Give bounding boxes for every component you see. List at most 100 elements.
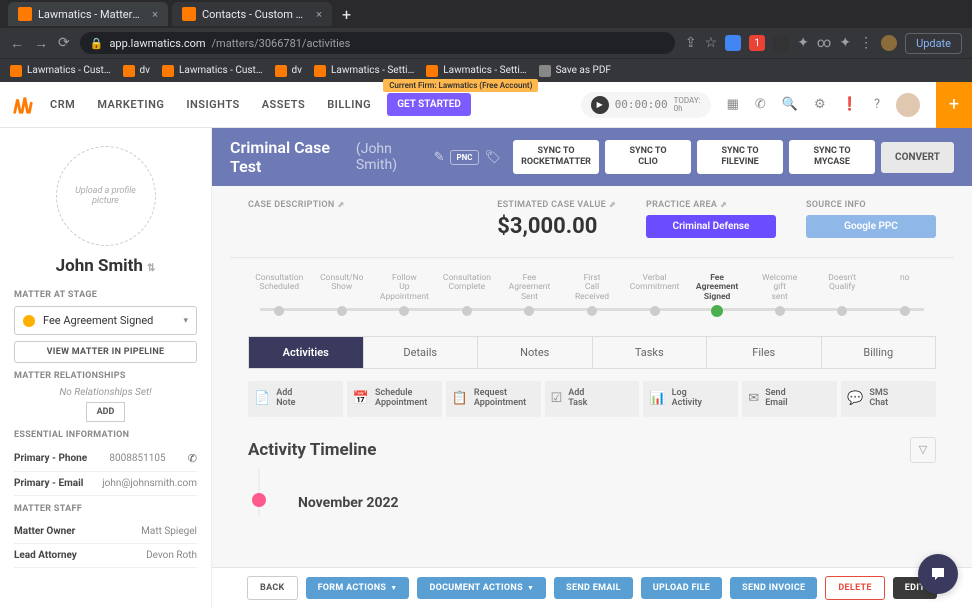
quick-action[interactable]: 📋RequestAppointment [446,381,541,417]
filter-icon[interactable]: ▽ [910,437,936,463]
stage-item[interactable]: VerbalCommitment [623,274,686,316]
quick-action[interactable]: 📄AddNote [248,381,343,417]
bookmark-item[interactable]: Save as PDF [539,65,611,77]
address-bar[interactable]: 🔒 app.lawmatics.com/matters/3066781/acti… [80,32,675,54]
quick-action[interactable]: ☑AddTask [545,381,640,417]
form-actions-button[interactable]: FORM ACTIONS▼ [306,577,410,599]
stage-item[interactable]: ConsultationScheduled [248,274,311,316]
extension-icon[interactable]: ∞ [817,35,831,51]
bookmark-item[interactable]: dv [123,65,150,77]
popout-icon[interactable]: ⬈ [338,200,345,209]
extension-icon[interactable] [773,35,789,51]
nav-item[interactable]: BILLING [327,98,371,111]
bookmark-item[interactable]: dv [275,65,302,77]
phone-icon[interactable]: ✆ [188,452,197,465]
extension-icon[interactable]: 1 [749,35,765,51]
sync-button[interactable]: SYNC TOROCKETMATTER [513,140,599,174]
quick-action[interactable]: 📊LogActivity [643,381,738,417]
sync-button[interactable]: SYNC TOMYCASE [789,140,875,174]
tab-activities[interactable]: Activities [249,337,364,368]
browser-tab[interactable]: Contacts - Custom Fields - Se…× [172,2,332,26]
nav-item[interactable]: MARKETING [97,98,164,111]
stage-item[interactable]: no [873,274,936,316]
profile-avatar[interactable] [881,35,897,51]
add-button[interactable]: + [936,82,972,128]
timer-widget[interactable]: ▶ 00:00:00 TODAY:0h [581,92,711,118]
stage-item[interactable]: FollowUpAppointment [373,274,436,316]
source-pill[interactable]: Google PPC [806,215,936,238]
send-email-button[interactable]: SEND EMAIL [554,577,633,599]
popout-icon[interactable]: ⬈ [720,200,727,209]
convert-button[interactable]: CONVERT [881,142,954,173]
extensions-icon[interactable]: ✦ [839,35,851,51]
favicon [182,7,196,21]
close-icon[interactable]: × [316,8,322,21]
tab-details[interactable]: Details [364,337,479,368]
sync-button[interactable]: SYNC TOFILEVINE [697,140,783,174]
bookmark-item[interactable]: Lawmatics - Setti… [314,65,414,77]
stage-item[interactable]: Welcomegiftsent [748,274,811,316]
play-icon[interactable]: ▶ [591,96,609,114]
stage-item[interactable]: ConsultationComplete [436,274,499,316]
nav-item[interactable]: INSIGHTS [186,98,239,111]
user-avatar[interactable] [896,93,920,117]
help-bubble[interactable] [918,554,958,594]
bookmark-label: Lawmatics - Cust… [27,65,111,76]
upload-file-button[interactable]: UPLOAD FILE [641,577,722,599]
edit-icon[interactable]: ✎ [434,150,445,165]
document-actions-button[interactable]: DOCUMENT ACTIONS▼ [417,577,546,599]
popout-icon[interactable]: ⬈ [609,200,616,209]
bookmark-item[interactable]: Lawmatics - Cust… [10,65,111,77]
forward-icon[interactable]: → [34,35,48,52]
practice-area-pill[interactable]: Criminal Defense [646,215,776,238]
sync-button[interactable]: SYNC TOCLIO [605,140,691,174]
quick-action[interactable]: 💬SMSChat [841,381,936,417]
add-relationship-button[interactable]: ADD [86,402,126,422]
alert-icon[interactable]: ❗ [842,97,858,112]
nav-item[interactable]: ASSETS [262,98,305,111]
value-label: ESTIMATED CASE VALUE⬈ [497,200,616,210]
stage-item[interactable]: FeeAgreementSent [498,274,561,316]
back-button[interactable]: BACK [247,576,298,600]
close-icon[interactable]: × [152,8,158,21]
info-key: Primary - Email [14,478,83,489]
stage-item[interactable]: FeeAgreementSigned [686,274,749,316]
get-started-button[interactable]: Current Firm: Lawmatics (Free Account) G… [387,93,471,116]
tab-billing[interactable]: Billing [822,337,936,368]
quick-action[interactable]: 📅ScheduleAppointment [347,381,442,417]
tab-tasks[interactable]: Tasks [593,337,708,368]
search-icon[interactable]: 🔍 [782,97,798,112]
stage-item[interactable]: Doesn'tQualify [811,274,874,316]
gear-icon[interactable]: ⚙ [814,97,826,112]
phone-icon[interactable]: ✆ [755,97,766,112]
view-pipeline-button[interactable]: VIEW MATTER IN PIPELINE [14,341,197,363]
qa-label: SendEmail [765,389,787,409]
nav-item[interactable]: CRM [50,98,75,111]
stage-item[interactable]: Consult/NoShow [311,274,374,316]
update-button[interactable]: Update [905,33,962,54]
star-icon[interactable]: ☆ [705,35,718,51]
delete-button[interactable]: DELETE [825,576,884,600]
tag-icon[interactable]: 🏷 [485,150,502,165]
back-icon[interactable]: ← [10,35,24,52]
help-icon[interactable]: ? [874,97,880,112]
calendar-icon[interactable]: ▦ [727,97,739,112]
menu-icon[interactable]: ⋮ [859,35,873,51]
stage-item[interactable]: FirstCallReceived [561,274,624,316]
browser-tab[interactable]: Lawmatics - Matters - 30667…× [8,2,168,26]
bookmark-item[interactable]: Lawmatics - Cust… [162,65,263,77]
bookmark-item[interactable]: Lawmatics - Setti… [426,65,526,77]
quick-action[interactable]: ✉SendEmail [742,381,837,417]
send-invoice-button[interactable]: SEND INVOICE [730,577,817,599]
task-icon: ☑ [551,391,563,406]
share-icon[interactable]: ⇪ [685,35,697,51]
tab-notes[interactable]: Notes [478,337,593,368]
reload-icon[interactable]: ⟳ [58,35,70,51]
tab-files[interactable]: Files [707,337,822,368]
extension-icon[interactable]: ✦ [797,35,809,51]
stage-dropdown[interactable]: Fee Agreement Signed ▾ [14,306,197,335]
swap-icon[interactable]: ⇅ [147,263,155,274]
extension-icon[interactable] [725,35,741,51]
profile-picture-upload[interactable]: Upload a profile picture [56,146,156,246]
new-tab-button[interactable]: + [342,5,351,24]
